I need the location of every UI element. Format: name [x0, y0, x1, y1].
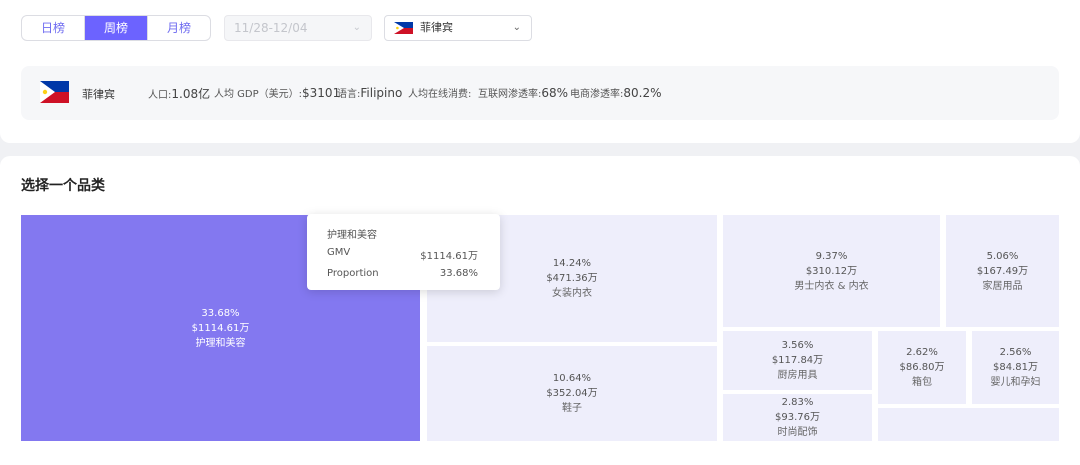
category-tooltip: 护理和美容 GMV $1114.61万 Proportion 33.68% [307, 214, 500, 290]
tab-daily[interactable]: 日榜 [22, 16, 84, 40]
category-tile[interactable]: 5.06% $167.49万 家居用品 [946, 215, 1059, 327]
category-tile-small[interactable] [878, 408, 1059, 441]
period-tabs: 日榜 周榜 月榜 [21, 15, 211, 41]
tab-weekly[interactable]: 周榜 [84, 16, 147, 40]
tooltip-proportion-row: Proportion 33.68% [327, 268, 478, 279]
category-tile[interactable]: 3.56% $117.84万 厨房用具 [723, 331, 872, 390]
tooltip-gmv-row: GMV $1114.61万 [327, 247, 478, 262]
category-tile[interactable]: 2.56% $84.81万 婴儿和孕妇 [972, 331, 1059, 404]
chevron-down-icon: ⌄ [352, 22, 361, 33]
tab-monthly[interactable]: 月榜 [147, 16, 210, 40]
country-select-value: 菲律宾 [420, 21, 453, 34]
country-name: 菲律宾 [82, 88, 115, 101]
tooltip-title: 护理和美容 [327, 230, 377, 241]
language-stat: 语言:Filipino [337, 86, 403, 100]
date-range-value: 11/28-12/04 [234, 21, 308, 35]
filter-panel: 日榜 周榜 月榜 11/28-12/04 ⌄ 菲律宾 ⌄ 菲律宾 人口:1.08… [0, 0, 1080, 143]
category-tile[interactable]: 10.64% $352.04万 鞋子 [427, 346, 717, 441]
online-spend-stat: 人均在线消费: [408, 89, 472, 100]
gdp-stat: 人均 GDP（美元）:$3101 [214, 86, 341, 100]
section-title: 选择一个品类 [21, 178, 105, 194]
philippines-flag-icon [394, 22, 413, 34]
country-info-bar: 菲律宾 人口:1.08亿 人均 GDP（美元）:$3101 语言:Filipin… [21, 66, 1059, 120]
country-select[interactable]: 菲律宾 ⌄ [384, 15, 532, 41]
chevron-down-icon: ⌄ [512, 22, 521, 33]
category-tile[interactable]: 9.37% $310.12万 男士内衣 & 内衣 [723, 215, 940, 327]
population-stat: 人口:1.08亿 [148, 87, 211, 101]
category-tile[interactable]: 2.62% $86.80万 箱包 [878, 331, 966, 404]
date-range-select[interactable]: 11/28-12/04 ⌄ [224, 15, 372, 41]
ecommerce-penetration-stat: 电商渗透率:80.2% [570, 86, 662, 100]
philippines-flag-icon [40, 81, 69, 103]
category-tile[interactable]: 2.83% $93.76万 时尚配饰 [723, 394, 872, 441]
internet-penetration-stat: 互联网渗透率:68% [478, 86, 569, 100]
category-section: 选择一个品类 33.68% $1114.61万 护理和美容 14.24% $471.3… [0, 156, 1080, 465]
